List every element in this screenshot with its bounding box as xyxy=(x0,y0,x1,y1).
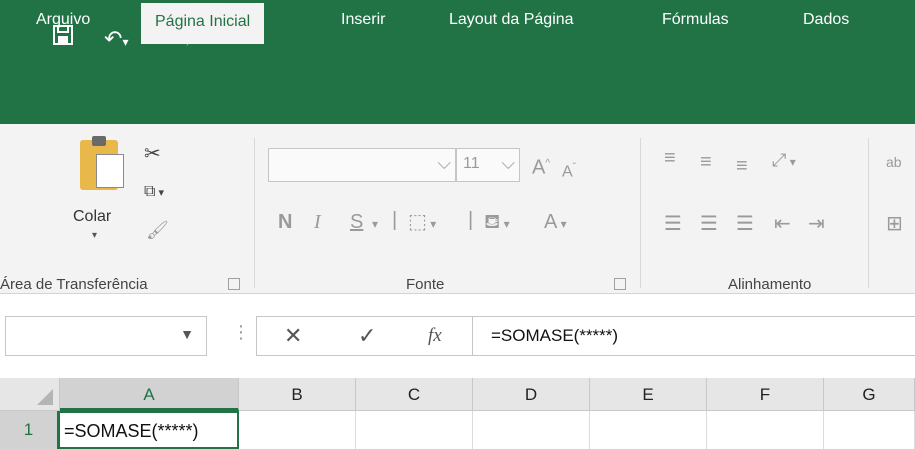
tab-pagina-inicial[interactable]: Página Inicial xyxy=(141,3,265,44)
tab-inserir[interactable]: Inserir xyxy=(341,0,385,44)
cell-e1[interactable] xyxy=(590,411,707,449)
ribbon-separator xyxy=(254,138,255,288)
align-top-icon[interactable]: ≡ xyxy=(664,146,676,170)
cell-c1[interactable] xyxy=(356,411,473,449)
cell-f1[interactable] xyxy=(707,411,824,449)
cell-a1-value: =SOMASE(*****) xyxy=(64,421,199,441)
underline-dropdown-icon[interactable]: ▾ xyxy=(372,212,378,236)
format-painter-icon[interactable]: 🖌 xyxy=(146,218,169,242)
font-group-label: Fonte xyxy=(406,276,445,293)
fill-color-icon[interactable]: ⛾ ▾ xyxy=(484,210,510,236)
column-header-f[interactable]: F xyxy=(707,378,824,411)
clipboard-group-label: Área de Transferência xyxy=(0,276,148,293)
column-header-e[interactable]: E xyxy=(590,378,707,411)
bold-button[interactable]: N xyxy=(278,210,292,234)
cut-icon[interactable]: ✂ xyxy=(144,142,161,166)
tab-arquivo[interactable]: Arquivo xyxy=(36,0,90,44)
increase-indent-icon[interactable]: ⇥ xyxy=(808,212,825,236)
column-header-g[interactable]: G xyxy=(824,378,915,411)
tab-layout-da-pagina[interactable]: Layout da Página xyxy=(449,0,574,44)
ribbon-tabs xyxy=(0,80,915,124)
italic-button[interactable]: I xyxy=(314,210,321,234)
column-header-b[interactable]: B xyxy=(239,378,356,411)
formula-bar-resize-handle[interactable]: ⋮ xyxy=(232,322,250,343)
chevron-down-icon: ⌵ xyxy=(437,153,451,173)
chevron-down-icon: ⌵ xyxy=(501,153,515,173)
cancel-icon[interactable]: ✕ xyxy=(284,323,302,349)
ribbon-separator xyxy=(640,138,641,288)
tab-dados[interactable]: Dados xyxy=(803,0,849,44)
column-header-d[interactable]: D xyxy=(473,378,590,411)
separator-icon: | xyxy=(392,209,398,231)
enter-icon[interactable]: ✓ xyxy=(358,323,376,349)
align-middle-icon[interactable]: ≡ xyxy=(700,150,712,174)
copy-icon[interactable]: ⧉ ▾ xyxy=(144,180,164,205)
orientation-icon[interactable]: ⤢ ▾ xyxy=(772,148,796,174)
underline-button[interactable]: S xyxy=(350,210,363,234)
column-header-c[interactable]: C xyxy=(356,378,473,411)
grow-font-icon[interactable]: A^ xyxy=(532,152,550,180)
alignment-group-label: Alinhamento xyxy=(728,276,812,293)
font-size-combobox[interactable]: 11 ⌵ xyxy=(456,148,520,182)
align-left-icon[interactable]: ☰ xyxy=(664,212,682,236)
clipboard-launcher-icon[interactable] xyxy=(228,278,240,290)
cell-d1[interactable] xyxy=(473,411,590,449)
ribbon-separator xyxy=(868,138,869,288)
tab-formulas[interactable]: Fórmulas xyxy=(662,0,729,44)
borders-icon[interactable]: ⬚ ▾ xyxy=(408,210,436,236)
align-bottom-icon[interactable]: ≡ xyxy=(736,154,748,178)
name-box[interactable]: ▼ xyxy=(5,316,207,356)
font-launcher-icon[interactable] xyxy=(614,278,626,290)
formula-input[interactable]: =SOMASE(*****) xyxy=(472,316,915,356)
cell-g1[interactable] xyxy=(824,411,915,449)
paste-dropdown-icon[interactable]: ▾ xyxy=(92,230,97,241)
font-color-icon[interactable]: A ▾ xyxy=(544,210,567,236)
column-header-a[interactable]: A xyxy=(60,378,239,411)
select-all-button[interactable] xyxy=(0,378,60,411)
shrink-font-icon[interactable]: Aˇ xyxy=(562,156,576,184)
font-name-combobox[interactable]: ⌵ xyxy=(268,148,456,182)
row-header-1[interactable]: 1 xyxy=(0,411,60,449)
paste-icon[interactable] xyxy=(80,136,124,190)
undo-icon[interactable]: ↶▾ xyxy=(104,24,128,57)
cell-a1[interactable]: =SOMASE(*****) xyxy=(58,411,239,449)
decrease-indent-icon[interactable]: ⇤ xyxy=(774,212,791,236)
cell-b1[interactable] xyxy=(239,411,356,449)
paste-button-label[interactable]: Colar xyxy=(73,208,111,226)
insert-function-icon[interactable]: fx xyxy=(428,325,442,347)
separator-icon: | xyxy=(468,209,474,231)
align-right-icon[interactable]: ☰ xyxy=(736,212,754,236)
align-center-icon[interactable]: ☰ xyxy=(700,212,718,236)
merge-center-icon[interactable]: ⊞ xyxy=(886,212,903,236)
wrap-text-icon[interactable]: ab xyxy=(886,150,902,174)
chevron-down-icon: ▼ xyxy=(180,326,194,342)
